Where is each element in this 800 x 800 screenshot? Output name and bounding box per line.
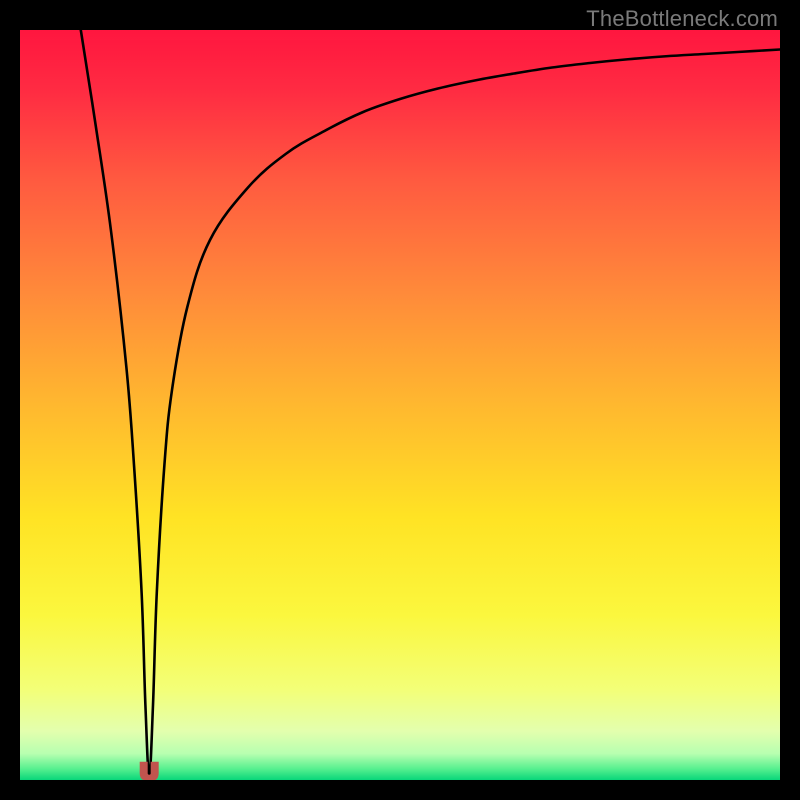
bottleneck-chart (20, 30, 780, 780)
watermark-text: TheBottleneck.com (586, 6, 778, 32)
gradient-background (20, 30, 780, 780)
